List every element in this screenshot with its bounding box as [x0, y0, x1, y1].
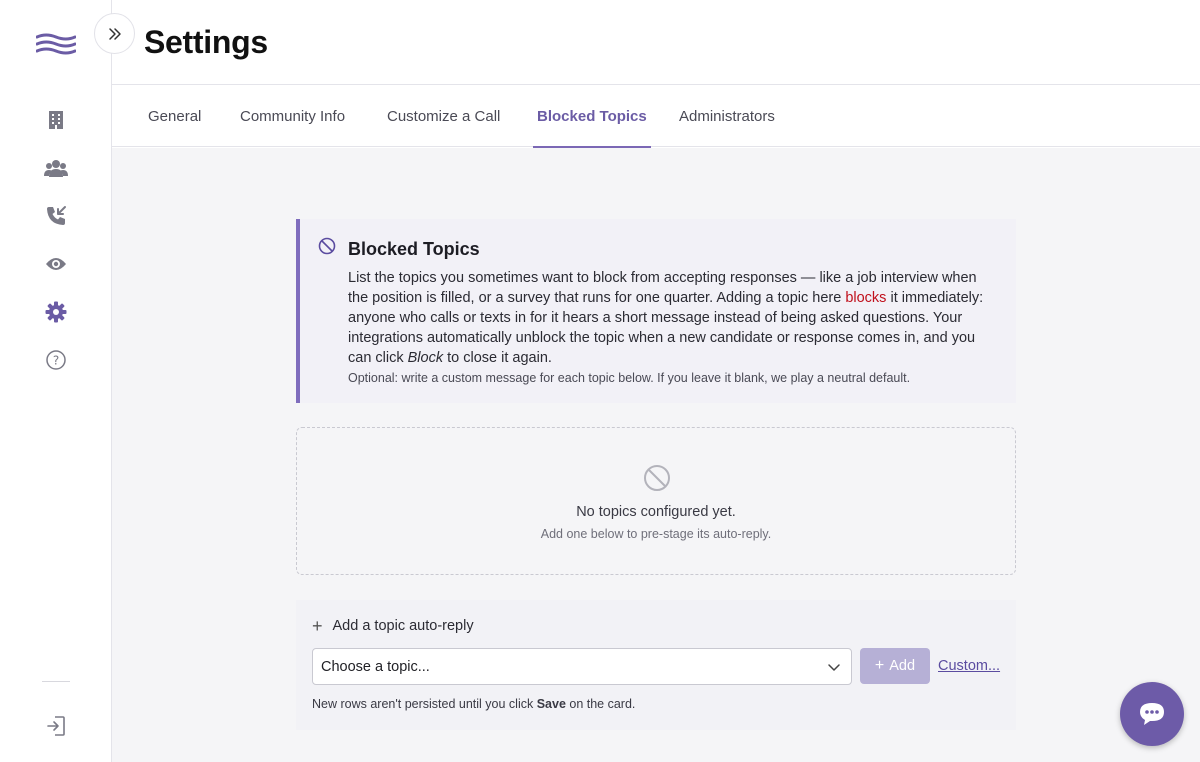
info-body-emphasis: Block — [407, 350, 444, 366]
block-icon — [318, 237, 336, 255]
sign-out-icon[interactable] — [42, 712, 70, 740]
plus-icon: + — [312, 616, 323, 636]
chat-support-button[interactable] — [1120, 682, 1184, 746]
chevrons-right-icon — [108, 27, 121, 40]
empty-state-box: No topics configured yet. Add one below … — [296, 427, 1016, 575]
topic-select-value: Choose a topic... — [321, 658, 430, 675]
info-card-title: Blocked Topics — [348, 239, 480, 259]
gear-icon[interactable] — [42, 298, 70, 326]
info-body-text: to close it again. — [443, 350, 552, 366]
add-topic-button[interactable]: + Add — [860, 648, 930, 684]
info-card-body: List the topics you sometimes want to bl… — [348, 268, 998, 368]
sidebar-divider — [42, 681, 70, 682]
info-card-note: Optional: write a custom message for eac… — [348, 371, 911, 385]
tab-blocked-topics[interactable]: Blocked Topics — [533, 85, 651, 148]
empty-state-subtitle: Add one below to pre-stage its auto-repl… — [540, 527, 772, 541]
settings-tabs: General Community Info Customize a Call … — [112, 85, 1200, 148]
add-topic-hint: New rows aren't persisted until you clic… — [312, 697, 635, 711]
svg-text:?: ? — [53, 354, 59, 368]
hint-text: on the card. — [565, 697, 636, 711]
block-icon — [643, 464, 671, 492]
chevron-down-icon — [828, 664, 840, 671]
help-circle-icon[interactable]: ? — [42, 346, 70, 374]
add-topic-label: Add a topic auto-reply — [332, 618, 474, 634]
eye-icon[interactable] — [42, 250, 70, 278]
waves-logo-icon[interactable] — [35, 33, 77, 59]
users-icon[interactable] — [42, 154, 70, 182]
hint-save-keyword: Save — [536, 697, 566, 711]
phone-incoming-icon[interactable] — [42, 202, 70, 230]
add-topic-card: + Add a topic auto-reply Choose a topic.… — [296, 600, 1016, 730]
tab-community-info[interactable]: Community Info — [240, 85, 345, 147]
tab-general[interactable]: General — [148, 85, 201, 147]
tab-administrators[interactable]: Administrators — [679, 85, 775, 147]
empty-state-title: No topics configured yet. — [576, 504, 736, 520]
tab-customize-a-call[interactable]: Customize a Call — [387, 85, 500, 147]
custom-topic-link[interactable]: Custom... — [938, 658, 1000, 674]
blocked-topics-info-card: Blocked Topics List the topics you somet… — [296, 219, 1016, 403]
chat-bubble-icon — [1140, 703, 1164, 725]
info-body-highlight: blocks — [845, 290, 887, 306]
plus-icon: + — [874, 657, 885, 674]
add-button-label: Add — [889, 658, 916, 674]
page-title: Settings — [144, 24, 268, 60]
hint-text: New rows aren't persisted until you clic… — [312, 697, 537, 711]
add-topic-toggle[interactable]: + Add a topic auto-reply — [312, 617, 474, 635]
sidebar: ? — [0, 0, 112, 762]
topic-select[interactable]: Choose a topic... — [312, 648, 852, 685]
expand-sidebar-button[interactable] — [94, 13, 135, 54]
building-icon[interactable] — [42, 106, 70, 134]
